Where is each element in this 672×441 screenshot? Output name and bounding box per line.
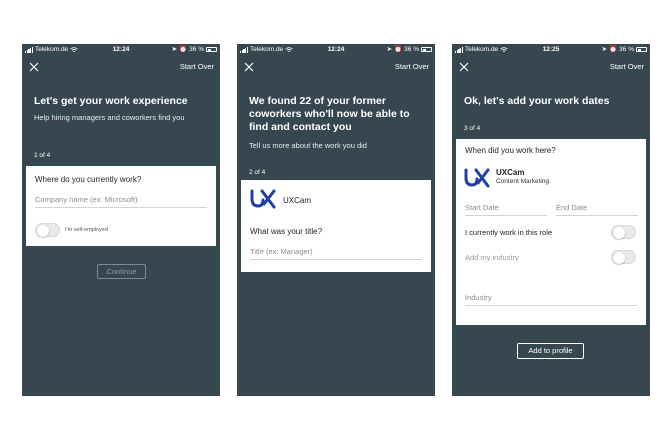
- step-indicator: 3 of 4: [464, 125, 481, 132]
- company-name-input[interactable]: Company name (ex: Microsoft): [35, 195, 207, 208]
- industry-input[interactable]: Industry: [465, 293, 637, 306]
- battery-icon: [421, 47, 432, 52]
- start-over-button[interactable]: Start Over: [610, 62, 644, 71]
- page-subtitle: Help hiring managers and coworkers find …: [34, 113, 185, 122]
- location-icon: ➤: [386, 46, 393, 53]
- location-icon: ➤: [171, 46, 178, 53]
- end-date-input[interactable]: End Date: [556, 203, 638, 216]
- dates-card: When did you work here? UXCam Content Ma…: [456, 139, 646, 325]
- status-bar: Telekom.de 12:24 ➤ ⏰ 36 %: [22, 44, 220, 55]
- toggle-knob: [612, 251, 625, 264]
- toggle-knob: [612, 226, 625, 239]
- question-label: Where do you currently work?: [35, 175, 142, 184]
- add-to-profile-button[interactable]: Add to profile: [517, 343, 584, 359]
- current-role-label: I currently work in this role: [465, 228, 553, 237]
- screen-coworkers-found: Telekom.de 12:24 ➤ ⏰ 36 % Start Over We …: [237, 44, 435, 396]
- start-over-button[interactable]: Start Over: [395, 62, 429, 71]
- location-icon: ➤: [601, 46, 608, 53]
- current-role-toggle[interactable]: [611, 225, 636, 239]
- start-over-button[interactable]: Start Over: [180, 62, 214, 71]
- status-bar: Telekom.de 12:24 ➤ ⏰ 36 %: [237, 44, 435, 55]
- question-label: When did you work here?: [465, 146, 556, 155]
- page-title: Ok, let's add your work dates: [464, 95, 610, 107]
- continue-button[interactable]: Continue: [97, 264, 146, 279]
- alarm-icon: ⏰: [394, 46, 403, 53]
- battery-percent: 36 %: [619, 46, 634, 53]
- toggle-knob: [36, 224, 49, 237]
- screen-work-dates: Telekom.de 12:25 ➤ ⏰ 36 % Start Over Ok,…: [452, 44, 650, 396]
- screen-work-experience: Telekom.de 12:24 ➤ ⏰ 36 % Start Over Let…: [22, 44, 220, 396]
- question-label: What was your title?: [250, 227, 323, 236]
- battery-percent: 36 %: [404, 46, 419, 53]
- alarm-icon: ⏰: [609, 46, 618, 53]
- company-role: Content Marketing: [496, 178, 550, 185]
- battery-icon: [636, 47, 647, 52]
- work-card: Where do you currently work? Company nam…: [26, 166, 216, 246]
- uxcam-logo-icon: [250, 189, 276, 209]
- close-icon[interactable]: [29, 62, 39, 72]
- page-title: Let's get your work experience: [34, 95, 188, 107]
- battery-percent: 36 %: [189, 46, 204, 53]
- step-indicator: 1 of 4: [34, 152, 51, 159]
- step-indicator: 2 of 4: [249, 169, 266, 176]
- work-card: UXCam What was your title? Title (ex: Ma…: [241, 180, 431, 272]
- self-employed-toggle[interactable]: [35, 223, 60, 237]
- alarm-icon: ⏰: [179, 46, 188, 53]
- add-industry-label: Add my industry: [465, 253, 519, 262]
- uxcam-logo-icon: [464, 168, 490, 188]
- close-icon[interactable]: [459, 62, 469, 72]
- start-date-input[interactable]: Start Date: [465, 203, 547, 216]
- battery-icon: [206, 47, 217, 52]
- close-icon[interactable]: [244, 62, 254, 72]
- add-industry-toggle[interactable]: [611, 250, 636, 264]
- company-name: UXCam: [496, 168, 525, 177]
- self-employed-label: I'm self-employed: [65, 227, 108, 233]
- status-bar: Telekom.de 12:25 ➤ ⏰ 36 %: [452, 44, 650, 55]
- page-subtitle: Tell us more about the work you did: [249, 141, 367, 150]
- company-name: UXCam: [283, 196, 312, 205]
- page-title: We found 22 of your former coworkers who…: [249, 95, 410, 133]
- title-input[interactable]: Title (ex: Manager): [250, 247, 422, 260]
